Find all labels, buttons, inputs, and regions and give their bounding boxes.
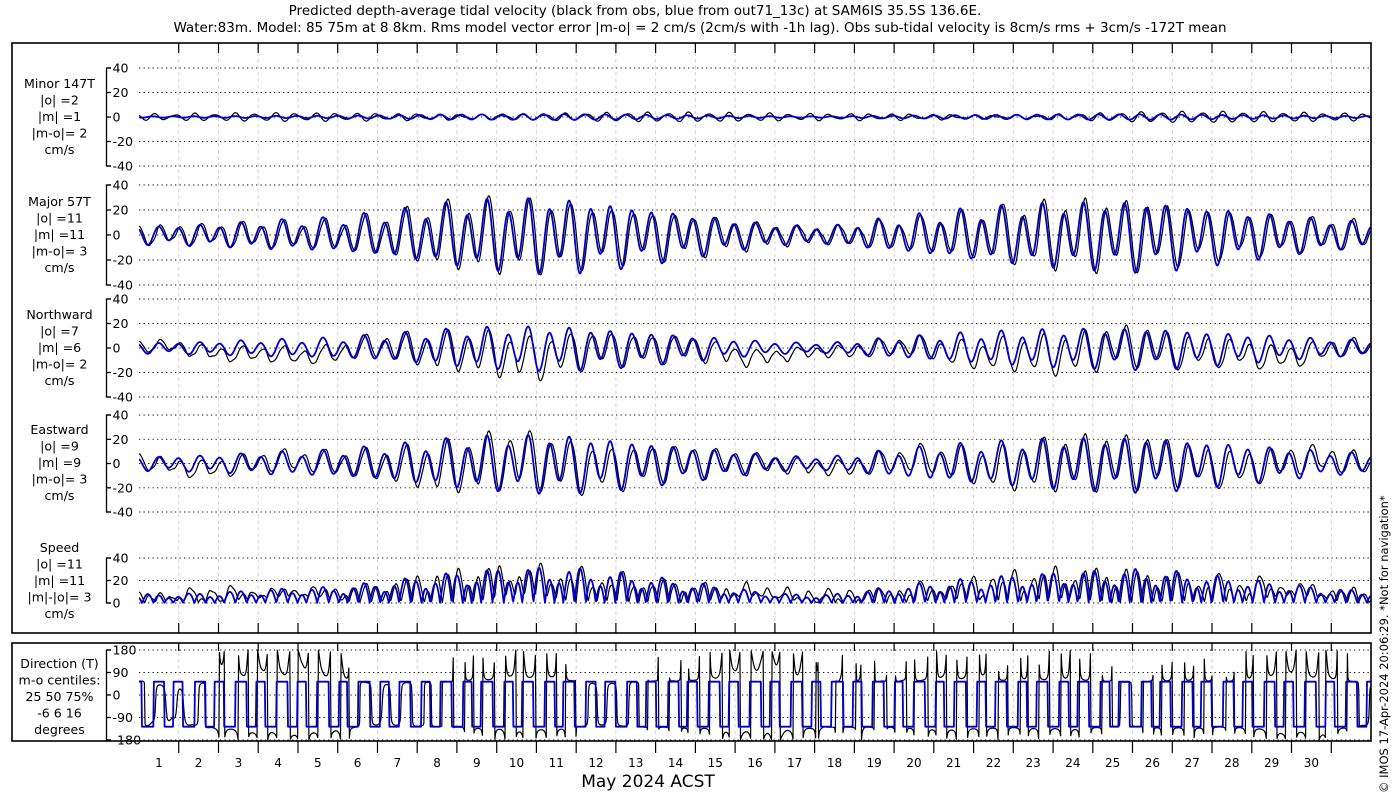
- x-day-label: 7: [393, 756, 401, 770]
- x-day-label: 11: [549, 756, 564, 770]
- panel-north-label-line: |m-o|= 2: [32, 356, 88, 371]
- y-tick-label: 20: [113, 203, 129, 218]
- panel-dir-label-line: 25 50 75%: [25, 689, 93, 704]
- tidal-chart-svg: May 2024 ACST Minor 147T|o| =2|m| =1|m-o…: [11, 42, 1372, 792]
- x-day-label: 17: [787, 756, 802, 770]
- panel-dir-model-line: [139, 680, 1371, 728]
- x-day-label: 9: [473, 756, 481, 770]
- panel-speed-label-line: |m| =11: [34, 573, 85, 588]
- x-day-label: 14: [668, 756, 683, 770]
- panel-speed-label-line: cm/s: [45, 606, 75, 621]
- panel-dir-label-line: Direction (T): [20, 656, 98, 671]
- y-tick-label: 0: [113, 688, 121, 703]
- panel-dir-label-line: m-o centiles:: [19, 673, 101, 688]
- panel-dir-label-line: -6 6 16: [37, 705, 82, 720]
- y-tick-label: 40: [113, 61, 129, 76]
- x-day-label: 26: [1145, 756, 1160, 770]
- x-day-label: 5: [314, 756, 322, 770]
- panel-north-label-line: Northward: [26, 307, 92, 322]
- panel-minor-label-line: cm/s: [45, 142, 75, 157]
- panel-speed-label-line: |m|-|o|= 3: [27, 589, 91, 604]
- x-day-label: 12: [588, 756, 603, 770]
- y-tick-label: -40: [113, 278, 134, 293]
- y-tick-label: 40: [113, 178, 129, 193]
- x-day-label: 29: [1264, 756, 1279, 770]
- x-day-label: 10: [509, 756, 524, 770]
- y-tick-label: 40: [113, 292, 129, 307]
- panel-north-label-line: |o| =7: [40, 324, 79, 339]
- x-day-label: 16: [747, 756, 762, 770]
- y-tick-label: 20: [113, 432, 129, 447]
- panel-north-label-line: cm/s: [45, 373, 75, 388]
- x-day-label: 28: [1224, 756, 1239, 770]
- direction-frame: [11, 642, 1372, 742]
- panel-speed-label-line: Speed: [40, 540, 79, 555]
- panel-east-label-line: cm/s: [45, 488, 75, 503]
- x-day-label: 24: [1065, 756, 1080, 770]
- panel-dir: Direction (T) m-o centiles:25 50 75%-6 6 …: [19, 643, 1371, 748]
- x-day-label: 8: [433, 756, 441, 770]
- panel-north-label-line: |m| =6: [38, 340, 81, 355]
- y-tick-label: -180: [113, 733, 142, 748]
- y-tick-label: 0: [113, 596, 121, 611]
- y-tick-label: 40: [113, 408, 129, 423]
- y-tick-label: 0: [113, 456, 121, 471]
- panel-major-label-line: |m| =11: [34, 227, 85, 242]
- x-day-label: 30: [1304, 756, 1319, 770]
- x-day-label: 1: [155, 756, 163, 770]
- panel-speed: Speed |o| =11|m| =11|m|-|o|= 3 cm/s 40 20 0: [27, 540, 1371, 621]
- y-tick-label: 0: [113, 228, 121, 243]
- y-tick-label: 40: [113, 551, 129, 566]
- x-day-label: 19: [867, 756, 882, 770]
- x-day-label: 3: [235, 756, 243, 770]
- y-tick-label: -20: [113, 365, 134, 380]
- panel-east-label-line: |o| =9: [40, 439, 79, 454]
- panel-major-label-line: |o| =11: [36, 211, 83, 226]
- y-tick-label: 0: [113, 110, 121, 125]
- y-tick-label: -90: [113, 710, 134, 725]
- panel-major-label-line: Major 57T: [28, 194, 91, 209]
- panel-minor-label-line: |m-o|= 2: [32, 125, 88, 140]
- x-day-label: 2: [195, 756, 203, 770]
- x-day-label: 18: [827, 756, 842, 770]
- panel-major-label-line: cm/s: [45, 260, 75, 275]
- y-tick-label: 20: [113, 85, 129, 100]
- panel-east-label-line: |m| =9: [38, 455, 81, 470]
- panel-east-label-line: |m-o|= 3: [32, 471, 88, 486]
- y-tick-label: 90: [113, 665, 129, 680]
- y-tick-label: 180: [113, 643, 137, 658]
- panel-speed-label-line: |o| =11: [36, 557, 83, 572]
- y-tick-label: 20: [113, 316, 129, 331]
- y-tick-label: -20: [113, 134, 134, 149]
- x-day-label: 27: [1185, 756, 1200, 770]
- x-day-label: 22: [986, 756, 1001, 770]
- panel-minor-label-line: |o| =2: [40, 93, 79, 108]
- panel-minor-label-line: Minor 147T: [24, 76, 95, 91]
- x-day-label: 4: [274, 756, 282, 770]
- copyright-watermark: © IMOS 17-Apr-2024 20:06:29. *Not for na…: [1377, 495, 1391, 793]
- x-day-label: 25: [1105, 756, 1120, 770]
- y-tick-label: -40: [113, 159, 134, 174]
- panel-east-label-line: Eastward: [30, 422, 88, 437]
- x-day-label: 23: [1026, 756, 1041, 770]
- y-tick-label: 20: [113, 573, 129, 588]
- y-tick-label: -20: [113, 480, 134, 495]
- panel-dir-label-line: degrees: [34, 722, 85, 737]
- y-tick-label: -40: [113, 390, 134, 405]
- panel-north-model-line: [139, 325, 1371, 372]
- x-day-label: 21: [946, 756, 961, 770]
- y-tick-label: 0: [113, 341, 121, 356]
- panel-major-label-line: |m-o|= 3: [32, 243, 88, 258]
- x-day-label: 20: [906, 756, 921, 770]
- panel-east-model-line: [139, 434, 1371, 495]
- panel-minor-label-line: |m| =1: [38, 109, 81, 124]
- x-day-label: 13: [628, 756, 643, 770]
- x-day-label: 6: [354, 756, 362, 770]
- y-tick-label: -20: [113, 253, 134, 268]
- y-tick-label: -40: [113, 505, 134, 520]
- x-day-label: 15: [708, 756, 723, 770]
- panel-speed-model-line: [139, 566, 1371, 604]
- x-axis-label: May 2024 ACST: [581, 772, 715, 792]
